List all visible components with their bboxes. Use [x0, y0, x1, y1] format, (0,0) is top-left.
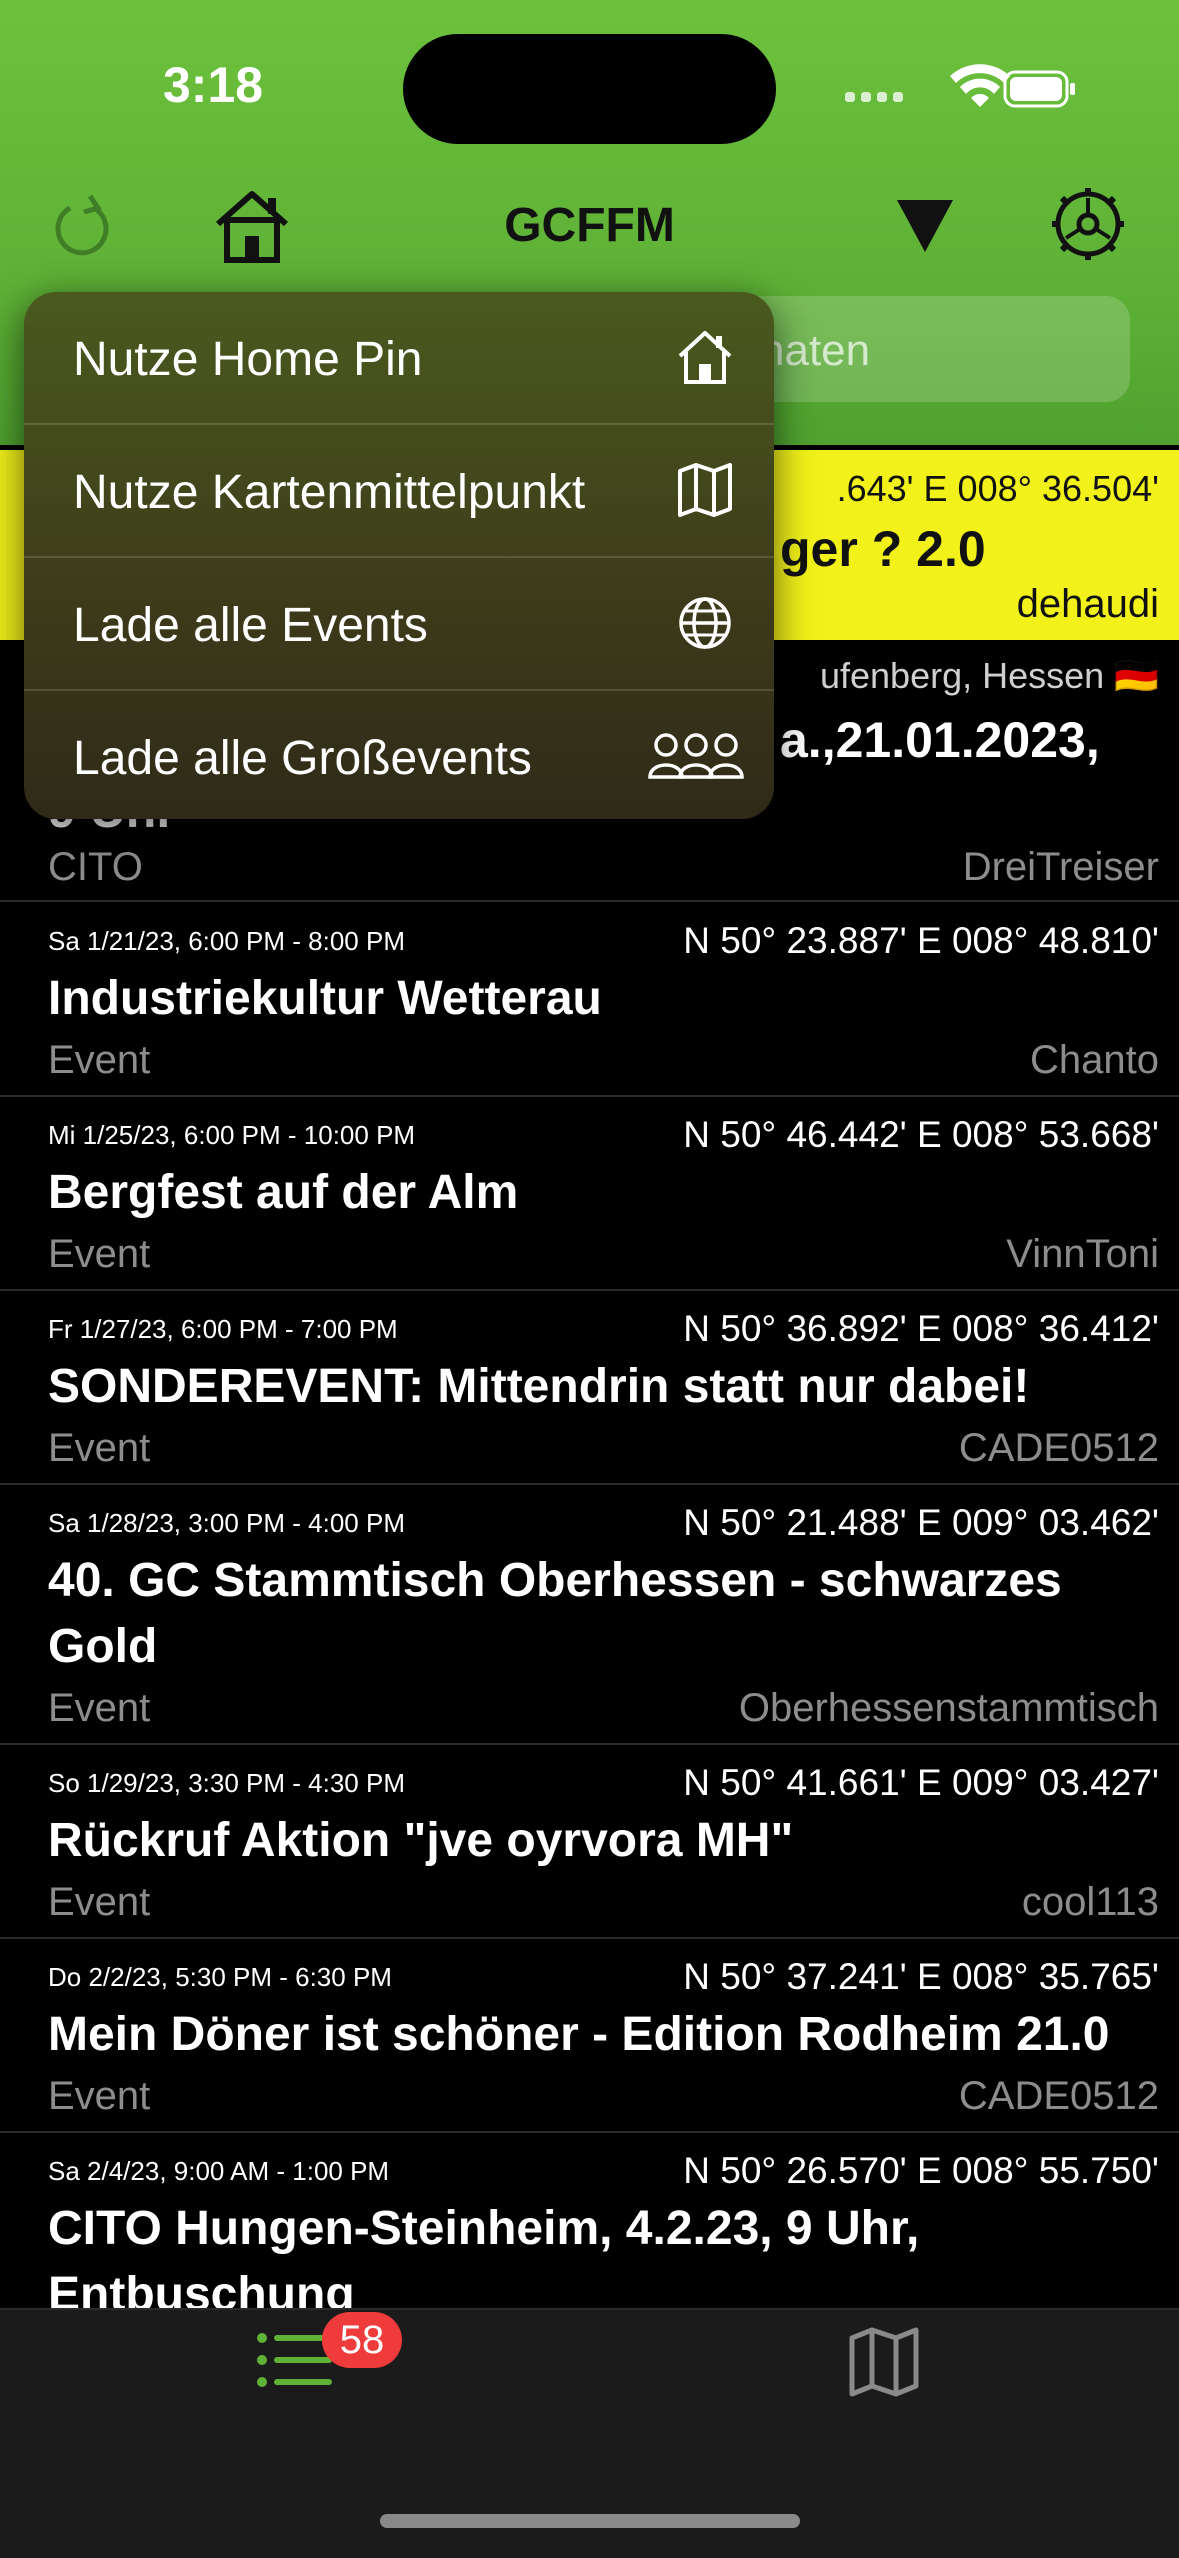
- event-owner: Oberhessenstammtisch: [738, 1686, 1159, 1730]
- event-type: Event: [48, 2074, 151, 2118]
- event-coords: N 50° 26.570' E 008° 55.750': [683, 2150, 1159, 2191]
- event-title: ger ? 2.0: [780, 521, 986, 577]
- filter-icon[interactable]: [895, 198, 955, 254]
- event-title: Bergfest auf der Alm: [48, 1166, 519, 1219]
- event-date: Mi 1/25/23, 6:00 PM - 10:00 PM: [48, 1120, 416, 1150]
- signal-icon: [845, 92, 903, 102]
- event-owner: DreiTreiser: [962, 845, 1159, 889]
- event-row[interactable]: Sa 1/28/23, 3:00 PM - 4:00 PM N 50° 21.4…: [0, 1484, 1179, 1745]
- event-row[interactable]: Sa 1/21/23, 6:00 PM - 8:00 PM N 50° 23.8…: [0, 902, 1179, 1097]
- house-pin-icon: [678, 331, 732, 384]
- battery-icon: [1003, 70, 1075, 108]
- menu-item-label: Nutze Kartenmittelpunkt: [73, 466, 586, 519]
- event-date: Sa 2/4/23, 9:00 AM - 1:00 PM: [48, 2156, 390, 2186]
- menu-item-map-center[interactable]: Nutze Kartenmittelpunkt: [24, 425, 774, 558]
- event-owner: Chanto: [1030, 1038, 1159, 1082]
- event-title: a.,21.01.2023,: [780, 712, 1100, 768]
- settings-icon[interactable]: [1050, 186, 1126, 262]
- people-icon: [648, 733, 744, 779]
- event-coords: N 50° 21.488' E 009° 03.462': [683, 1502, 1159, 1543]
- event-date: Sa 1/28/23, 3:00 PM - 4:00 PM: [48, 1508, 405, 1538]
- search-placeholder: naten: [760, 326, 871, 375]
- event-owner: dehaudi: [1016, 582, 1159, 626]
- event-type: Event: [48, 1880, 151, 1924]
- event-owner: cool113: [1021, 1880, 1159, 1924]
- toolbar-title: GCFFM: [504, 199, 675, 252]
- event-coords: N 50° 46.442' E 008° 53.668': [683, 1114, 1159, 1155]
- event-title: SONDEREVENT: Mittendrin statt nur dabei!: [48, 1360, 1030, 1413]
- event-coords: N 50° 41.661' E 009° 03.427': [683, 1762, 1159, 1803]
- wifi-icon: [950, 64, 1010, 107]
- menu-item-label: Lade alle Großevents: [73, 732, 532, 785]
- event-row[interactable]: Fr 1/27/23, 6:00 PM - 7:00 PM N 50° 36.8…: [0, 1290, 1179, 1485]
- event-date: Fr 1/27/23, 6:00 PM - 7:00 PM: [48, 1314, 398, 1344]
- event-title: Industriekultur Wetterau: [48, 972, 602, 1025]
- event-row[interactable]: So 1/29/23, 3:30 PM - 4:30 PM N 50° 41.6…: [0, 1744, 1179, 1939]
- event-title: 40. GC Stammtisch Oberhessen - schwarzes…: [48, 1554, 1062, 1673]
- event-type: Event: [48, 1038, 151, 1082]
- event-type: Event: [48, 1426, 151, 1470]
- event-title: Rückruf Aktion "jve oyrvora MH": [48, 1814, 794, 1867]
- list-badge: 58: [322, 2312, 402, 2368]
- event-row[interactable]: Mi 1/25/23, 6:00 PM - 10:00 PM N 50° 46.…: [0, 1096, 1179, 1291]
- event-type: CITO: [48, 845, 143, 889]
- status-icons: [845, 64, 1075, 108]
- event-type: Event: [48, 1686, 151, 1730]
- globe-icon: [679, 597, 731, 649]
- event-date: So 1/29/23, 3:30 PM - 4:30 PM: [48, 1768, 405, 1798]
- menu-item-label: Nutze Home Pin: [73, 333, 423, 386]
- status-time: 3:18: [163, 57, 264, 113]
- event-owner: CADE0512: [958, 1426, 1159, 1470]
- dynamic-island: [403, 34, 776, 144]
- event-location: ufenberg, Hessen 🇩🇪: [819, 655, 1159, 696]
- map-tab-icon[interactable]: [848, 2326, 920, 2398]
- event-row[interactable]: Sa 2/4/23, 9:00 AM - 1:00 PM N 50° 26.57…: [0, 2132, 1179, 2308]
- event-title: Mein Döner ist schöner - Edition Rodheim…: [48, 2008, 1110, 2061]
- menu-item-load-events[interactable]: Lade alle Events: [24, 558, 774, 691]
- event-row[interactable]: Do 2/2/23, 5:30 PM - 6:30 PM N 50° 37.24…: [0, 1938, 1179, 2133]
- event-coords: N 50° 37.241' E 008° 35.765': [683, 1956, 1159, 1997]
- event-date: Sa 1/21/23, 6:00 PM - 8:00 PM: [48, 926, 405, 956]
- menu-item-label: Lade alle Events: [73, 599, 428, 652]
- map-icon: [678, 463, 732, 517]
- event-owner: CADE0512: [958, 2074, 1159, 2118]
- event-date: Do 2/2/23, 5:30 PM - 6:30 PM: [48, 1962, 392, 1992]
- menu-item-home-pin[interactable]: Nutze Home Pin: [24, 292, 774, 425]
- event-title: CITO Hungen-Steinheim, 4.2.23, 9 Uhr, En…: [48, 2202, 920, 2308]
- event-coords: N 50° 36.892' E 008° 36.412': [683, 1308, 1159, 1349]
- menu-item-load-major-events[interactable]: Lade alle Großevents: [24, 691, 774, 819]
- home-indicator: [380, 2514, 800, 2528]
- event-owner: VinnToni: [1006, 1232, 1159, 1276]
- list-icon[interactable]: [256, 2330, 332, 2390]
- location-menu: Nutze Home Pin Nutze Kartenmittelpunkt L…: [24, 292, 774, 819]
- event-coords: N 50° 23.887' E 008° 48.810': [683, 920, 1159, 961]
- event-type: Event: [48, 1232, 151, 1276]
- event-coords: .643' E 008° 36.504': [836, 468, 1159, 509]
